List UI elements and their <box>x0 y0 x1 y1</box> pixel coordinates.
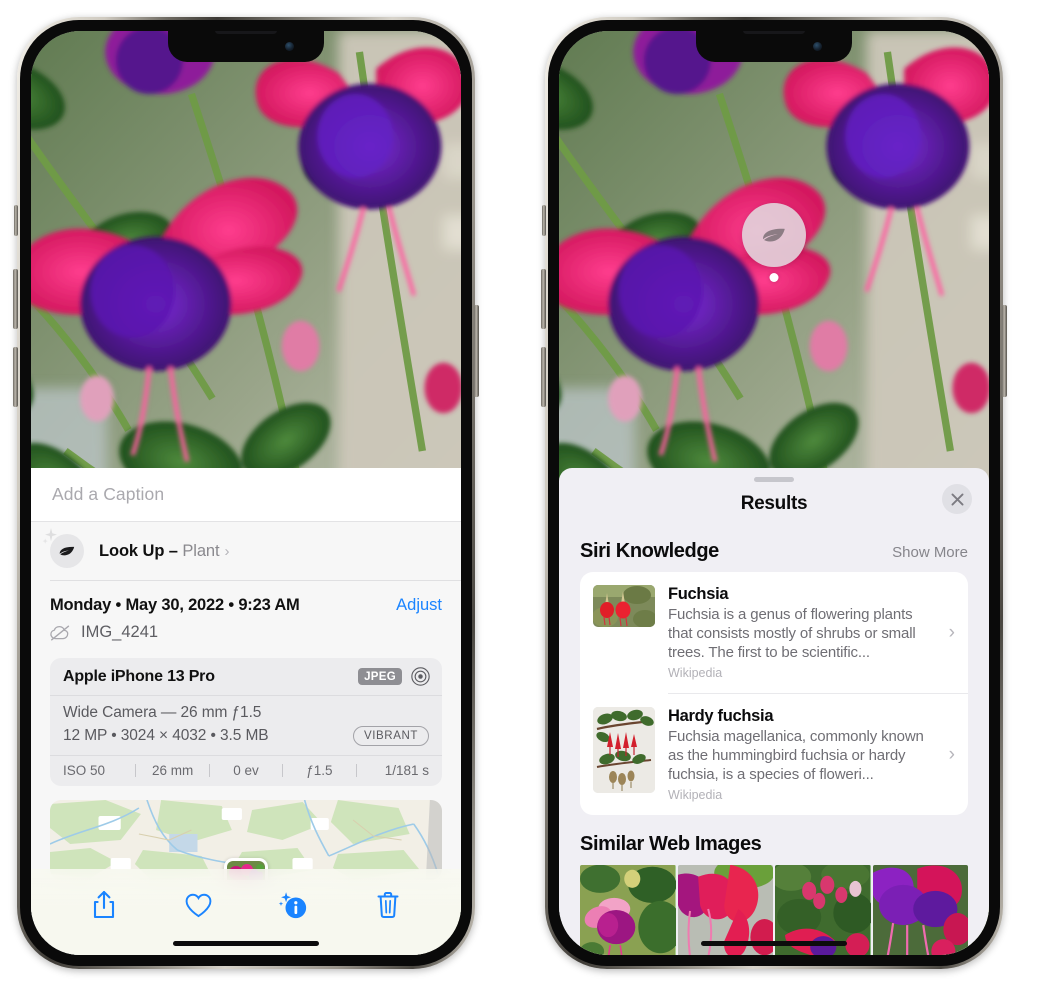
volume-down-button[interactable] <box>13 347 18 407</box>
photographic-style-badge: VIBRANT <box>352 726 429 746</box>
info-button[interactable] <box>273 885 313 925</box>
earpiece-speaker <box>215 31 277 34</box>
results-title: Results <box>740 493 808 514</box>
photo-info-sheet: Add a Caption Look Up – Plant › Monday •… <box>31 468 461 955</box>
exif-row: ISO 50 26 mm 0 ev ƒ1.5 1/181 s <box>50 756 442 786</box>
camera-size-info: 12 MP • 3024 × 4032 • 3.5 MB <box>63 727 269 744</box>
knowledge-item-description: Fuchsia is a genus of flowering plants t… <box>668 606 916 661</box>
location-map[interactable] <box>50 800 442 880</box>
left-phone-bezel: Add a Caption Look Up – Plant › Monday •… <box>20 20 472 966</box>
look-up-subject: Plant <box>182 541 220 560</box>
share-button[interactable] <box>84 885 124 925</box>
web-image-1[interactable] <box>580 865 676 955</box>
trash-icon <box>377 892 399 918</box>
similar-web-images-title: Similar Web Images <box>580 833 762 855</box>
power-button[interactable] <box>1002 305 1007 397</box>
front-camera-icon <box>285 42 294 51</box>
share-icon <box>94 890 115 919</box>
cloud-slash-icon <box>50 625 70 640</box>
exif-focal-length: 26 mm <box>151 763 194 778</box>
close-button[interactable] <box>942 484 972 514</box>
exif-shutter: 1/181 s <box>384 763 430 778</box>
exif-exposure: 0 ev <box>233 763 259 778</box>
visual-lookup-dot <box>769 273 779 282</box>
siri-knowledge-title: Siri Knowledge <box>580 540 719 562</box>
right-phone-bezel: Results Siri Knowledge Show More Fuchsia… <box>548 20 1000 966</box>
visual-lookup-badge[interactable] <box>742 203 806 291</box>
format-badge: JPEG <box>358 668 402 685</box>
siri-knowledge-card: Fuchsia Fuchsia is a genus of flowering … <box>580 572 968 815</box>
show-more-button[interactable]: Show More <box>892 544 968 561</box>
camera-device-name: Apple iPhone 13 Pro <box>63 667 215 685</box>
earpiece-speaker <box>743 31 805 34</box>
right-phone-device: Results Siri Knowledge Show More Fuchsia… <box>541 17 1007 969</box>
left-phone-device: Add a Caption Look Up – Plant › Monday •… <box>13 17 479 969</box>
home-indicator[interactable] <box>701 941 847 946</box>
front-camera-icon <box>813 42 822 51</box>
look-up-separator: – <box>164 541 183 560</box>
delete-button[interactable] <box>368 885 408 925</box>
left-phone-screen: Add a Caption Look Up – Plant › Monday •… <box>31 31 461 955</box>
adjust-button[interactable]: Adjust <box>396 596 442 615</box>
results-sheet: Results Siri Knowledge Show More Fuchsia… <box>559 468 989 955</box>
camera-lens-info: Wide Camera — 26 mm ƒ1.5 <box>63 704 262 721</box>
caption-input[interactable]: Add a Caption <box>52 484 164 505</box>
notch <box>168 31 324 62</box>
right-phone-screen: Results Siri Knowledge Show More Fuchsia… <box>559 31 989 955</box>
chevron-right-icon: › <box>224 542 230 560</box>
info-sparkle-icon <box>279 892 307 919</box>
photo-filename: IMG_4241 <box>81 623 159 641</box>
knowledge-item-title: Fuchsia <box>668 585 729 603</box>
exif-iso: ISO 50 <box>63 763 106 778</box>
siri-knowledge-header: Siri Knowledge Show More <box>559 526 989 572</box>
leaf-icon <box>763 228 785 242</box>
knowledge-item-fuchsia[interactable]: Fuchsia Fuchsia is a genus of flowering … <box>580 572 968 693</box>
leaf-icon <box>59 546 75 556</box>
look-up-icon-wrap <box>42 528 84 568</box>
heart-icon <box>185 893 212 917</box>
look-up-label: Look Up – Plant › <box>99 542 229 561</box>
camera-card-body: Wide Camera — 26 mm ƒ1.5 12 MP • 3024 × … <box>50 696 442 756</box>
screenshot-stage: Add a Caption Look Up – Plant › Monday •… <box>0 0 1055 985</box>
camera-card-header: Apple iPhone 13 Pro JPEG <box>50 658 442 696</box>
volume-up-button[interactable] <box>13 269 18 329</box>
favorite-button[interactable] <box>179 885 219 925</box>
home-indicator[interactable] <box>173 941 319 946</box>
notch <box>696 31 852 62</box>
caption-row[interactable]: Add a Caption <box>31 468 461 522</box>
look-up-title: Look Up <box>99 541 165 560</box>
chevron-right-icon: › <box>948 621 955 643</box>
knowledge-item-title: Hardy fuchsia <box>668 707 774 725</box>
web-image-4[interactable] <box>872 865 968 955</box>
look-up-row[interactable]: Look Up – Plant › <box>31 522 461 580</box>
fuchsia-thumbnail <box>593 585 655 627</box>
photo-datetime: Monday • May 30, 2022 • 9:23 AM <box>50 596 300 614</box>
knowledge-item-source: Wikipedia <box>668 666 723 680</box>
volume-down-button[interactable] <box>541 347 546 407</box>
camera-details-card[interactable]: Apple iPhone 13 Pro JPEG Wide Camera — 2… <box>50 658 442 786</box>
raw-ring-icon <box>411 667 430 686</box>
knowledge-item-hardy-fuchsia[interactable]: Hardy fuchsia Fuchsia magellanica, commo… <box>580 694 968 815</box>
close-icon <box>951 493 963 505</box>
sparkle-icon <box>42 528 57 544</box>
volume-up-button[interactable] <box>541 269 546 329</box>
metadata-block: Monday • May 30, 2022 • 9:23 AM Adjust I… <box>31 581 461 642</box>
knowledge-item-source: Wikipedia <box>668 788 723 802</box>
power-button[interactable] <box>474 305 479 397</box>
mute-switch[interactable] <box>542 205 546 236</box>
results-header: Results <box>559 482 989 526</box>
visual-lookup-bubble[interactable] <box>742 203 806 267</box>
hardy-fuchsia-thumbnail <box>593 707 655 793</box>
knowledge-item-body: Fuchsia Fuchsia is a genus of flowering … <box>668 585 955 680</box>
mute-switch[interactable] <box>14 205 18 236</box>
chevron-right-icon: › <box>948 743 955 765</box>
knowledge-item-description: Fuchsia magellanica, commonly known as t… <box>668 728 924 783</box>
knowledge-item-body: Hardy fuchsia Fuchsia magellanica, commo… <box>668 707 955 802</box>
exif-aperture: ƒ1.5 <box>306 763 333 778</box>
